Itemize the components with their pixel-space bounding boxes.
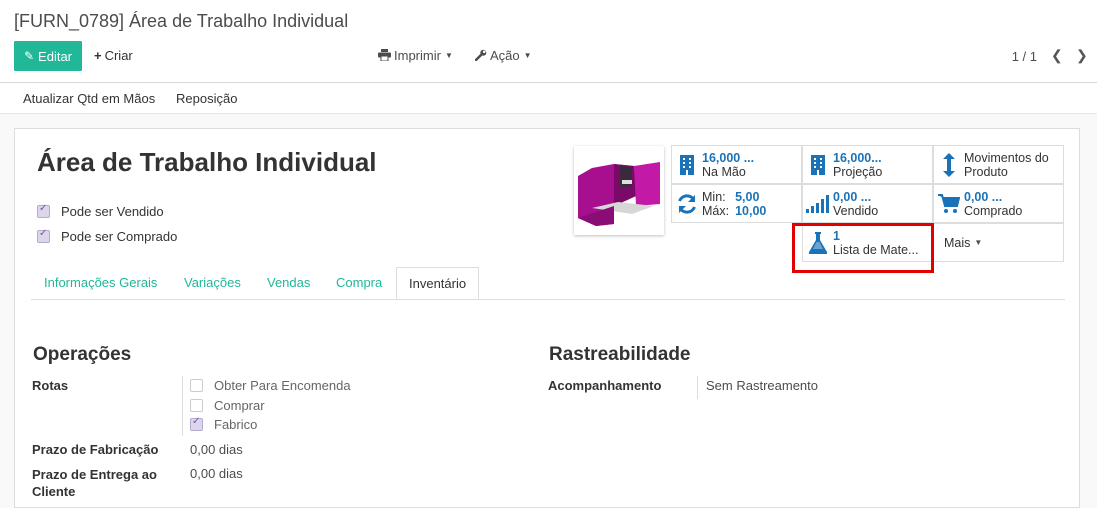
forecast-button[interactable]: 16,000... Projeção <box>802 145 933 184</box>
moves-label-line2: Produto <box>964 164 1008 179</box>
reordering-rules-button[interactable]: Min: 5,00 Máx: 10,00 <box>671 184 802 223</box>
more-button[interactable]: Mais ▼ <box>933 223 1064 262</box>
divider <box>182 376 183 436</box>
forecast-label: Projeção <box>833 164 883 179</box>
tracking-label: Acompanhamento <box>548 378 662 393</box>
route-buy: Comprar <box>190 398 265 413</box>
edit-button[interactable]: ✎ Editar <box>14 41 82 71</box>
arrows-vertical-icon <box>934 152 964 177</box>
sold-label: Vendido <box>833 203 879 218</box>
control-panel: [FURN_0789] Área de Trabalho Individual … <box>0 0 1097 83</box>
route-manufacture-checkbox[interactable] <box>190 416 203 431</box>
route-buy-checkbox[interactable] <box>190 399 203 412</box>
divider <box>697 376 698 399</box>
forecast-value: 16,000... <box>833 150 882 165</box>
product-image[interactable] <box>574 146 664 235</box>
refresh-icon <box>672 193 702 215</box>
tab-general-info[interactable]: Informações Gerais <box>44 267 157 299</box>
tab-variants[interactable]: Variações <box>184 267 241 299</box>
plus-icon: + <box>94 48 102 63</box>
pencil-icon: ✎ <box>23 49 35 63</box>
caret-down-icon: ▼ <box>974 237 983 247</box>
can-be-sold-label: Pode ser Vendido <box>61 204 164 219</box>
tab-inventory[interactable]: Inventário <box>396 267 480 299</box>
replenish-button[interactable]: Reposição <box>176 91 237 106</box>
building-icon <box>803 154 833 175</box>
can-be-sold-row: Pode ser Vendido <box>37 203 164 219</box>
tab-purchase[interactable]: Compra <box>336 267 382 299</box>
operations-title: Operações <box>33 344 132 365</box>
create-label: Criar <box>104 48 133 63</box>
more-label: Mais <box>944 235 971 250</box>
can-be-purchased-row: Pode ser Comprado <box>37 228 178 244</box>
mfg-lead-label: Prazo de Fabricação <box>32 442 159 457</box>
on-hand-button[interactable]: 16,000 ... Na Mão <box>671 145 802 184</box>
route-mto-checkbox[interactable] <box>190 379 203 392</box>
customer-lead-value[interactable]: 0,00 dias <box>190 466 243 481</box>
tab-sales[interactable]: Vendas <box>267 267 310 299</box>
min-value: 5,00 <box>735 189 760 204</box>
print-label: Imprimir <box>394 48 441 63</box>
traceability-title: Rastreabilidade <box>549 344 691 365</box>
routes-label: Rotas <box>32 378 69 393</box>
desk-pod-image <box>574 146 664 235</box>
route-buy-label: Comprar <box>214 398 265 413</box>
can-be-sold-checkbox[interactable] <box>37 203 50 218</box>
route-mto: Obter Para Encomenda <box>190 378 351 393</box>
purchased-button[interactable]: 0,00 ... Comprado <box>933 184 1064 223</box>
route-manufacture-label: Fabrico <box>214 417 258 432</box>
building-icon <box>672 154 702 175</box>
create-button[interactable]: + Criar <box>94 48 133 63</box>
print-dropdown[interactable]: Imprimir ▼ <box>378 48 453 63</box>
can-be-purchased-checkbox[interactable] <box>37 228 50 243</box>
update-qty-button[interactable]: Atualizar Qtd em Mãos <box>23 91 155 106</box>
shopping-cart-icon <box>934 193 964 214</box>
moves-label-line1: Movimentos do <box>964 150 1049 165</box>
caret-down-icon: ▼ <box>523 51 532 60</box>
bom-value: 1 <box>833 228 840 243</box>
customer-lead-label: Prazo de Entrega ao Cliente <box>32 467 157 499</box>
route-mto-label: Obter Para Encomenda <box>214 378 351 393</box>
signal-bars-icon <box>803 194 833 213</box>
purchased-value: 0,00 ... <box>964 189 1003 204</box>
sold-value: 0,00 ... <box>833 189 872 204</box>
pager-next-icon[interactable]: ❯ <box>1076 47 1088 64</box>
notebook-tabs: Informações Gerais Variações Vendas Comp… <box>31 267 1065 300</box>
max-label: Máx: <box>702 203 730 218</box>
breadcrumb: [FURN_0789] Área de Trabalho Individual <box>14 11 349 31</box>
bom-button[interactable]: 1 Lista de Mate... <box>802 223 933 262</box>
route-manufacture: Fabrico <box>190 416 258 432</box>
caret-down-icon: ▼ <box>444 51 453 60</box>
statusbar: Atualizar Qtd em Mãos Reposição <box>0 83 1097 114</box>
tracking-value[interactable]: Sem Rastreamento <box>706 378 818 393</box>
flask-icon <box>803 231 833 254</box>
product-name: Área de Trabalho Individual <box>37 147 377 177</box>
action-label: Ação <box>490 48 520 63</box>
pager-previous-icon[interactable]: ❮ <box>1051 47 1063 64</box>
on-hand-value: 16,000 ... <box>702 150 755 165</box>
can-be-purchased-label: Pode ser Comprado <box>61 229 178 244</box>
mfg-lead-value[interactable]: 0,00 dias <box>190 442 243 457</box>
max-value: 10,00 <box>735 203 767 218</box>
product-moves-button[interactable]: Movimentos do Produto <box>933 145 1064 184</box>
edit-label: Editar <box>38 48 73 64</box>
wrench-icon <box>474 49 487 62</box>
min-label: Min: <box>702 189 726 204</box>
purchased-label: Comprado <box>964 203 1023 218</box>
print-icon <box>378 49 391 62</box>
on-hand-label: Na Mão <box>702 164 746 179</box>
bom-label: Lista de Mate... <box>833 242 919 257</box>
sold-button[interactable]: 0,00 ... Vendido <box>802 184 933 223</box>
action-dropdown[interactable]: Ação ▼ <box>474 48 532 63</box>
pager-value[interactable]: 1 / 1 <box>1012 49 1037 64</box>
